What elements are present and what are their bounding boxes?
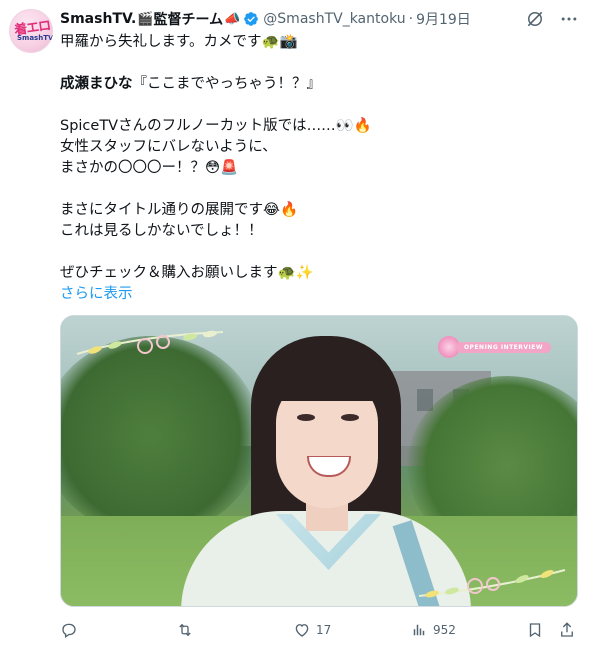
like-button[interactable]: 17 — [293, 618, 331, 642]
grok-icon[interactable] — [525, 9, 545, 29]
tweet-title-line: 成瀬まひな『ここまでやっちゃう！？』 — [60, 74, 575, 95]
more-icon[interactable] — [559, 9, 579, 29]
tweet-media-image[interactable]: OPENING INTERVIEW — [60, 315, 578, 607]
separator-dot: · — [408, 11, 414, 27]
tweet-title-bold: 成瀬まひな — [60, 76, 133, 92]
bookmark-icon — [529, 623, 541, 638]
retweet-icon — [179, 623, 191, 637]
avatar-logo-subtext: SmashTV — [17, 34, 53, 42]
author-handle[interactable]: @SmashTV_kantoku — [263, 11, 405, 27]
tweet-line: 甲羅から失礼します。カメです🐢📸 — [60, 34, 298, 50]
show-more-link[interactable]: さらに表示 — [60, 284, 575, 305]
retweet-button[interactable] — [176, 618, 199, 642]
media-person-eye — [297, 414, 315, 421]
media-person-bangs — [271, 351, 383, 401]
opening-interview-tag: OPENING INTERVIEW — [437, 336, 551, 358]
like-count: 17 — [316, 623, 332, 637]
tweet-line: これは見るしかないでしょ！！ — [60, 223, 263, 239]
media-person-eye — [341, 414, 359, 421]
tweet-line: ぜひチェック＆購入お願いします🐢✨ — [60, 265, 314, 281]
tweet-line: まさかの〇〇〇ー！？😳🚨 — [60, 160, 239, 176]
author-name[interactable]: SmashTV. — [60, 11, 136, 27]
floral-decoration-icon — [76, 330, 224, 355]
views-count: 952 — [433, 623, 456, 637]
reply-icon — [62, 623, 76, 639]
bookmark-button[interactable] — [526, 618, 544, 642]
floral-decoration-icon — [418, 569, 566, 598]
tweet-header: SmashTV. 🎬 監督チーム 📣 @SmashTV_kantoku · 9月… — [60, 9, 578, 29]
like-icon — [295, 624, 309, 637]
clapper-emoji: 🎬 — [137, 11, 154, 27]
author-name-suffix[interactable]: 監督チーム — [154, 9, 224, 29]
reply-button[interactable] — [60, 618, 83, 642]
verified-icon — [244, 12, 259, 26]
tweet-line: SpiceTVさんのフルノーカット版では……👀🔥 — [60, 118, 372, 134]
avatar[interactable]: 着エロ SmashTV — [9, 9, 53, 53]
share-icon — [561, 622, 573, 637]
opening-interview-label: OPENING INTERVIEW — [455, 341, 551, 353]
tweet-actions-bar: 17 952 — [60, 618, 576, 642]
views-icon — [413, 624, 425, 636]
share-button[interactable] — [558, 618, 576, 642]
tweet-text: 甲羅から失礼します。カメです🐢📸 成瀬まひな『ここまでやっちゃう！？』 Spic… — [60, 32, 575, 305]
megaphone-emoji: 📣 — [224, 11, 241, 27]
tweet-date[interactable]: 9月19日 — [416, 9, 471, 29]
tweet-line: まさにタイトル通りの展開です😂🔥 — [60, 202, 298, 218]
tweet-title-rest: 『ここまでやっちゃう！？』 — [132, 76, 322, 92]
views-button[interactable]: 952 — [410, 618, 456, 642]
tweet-line: 女性スタッフにバレないように、 — [60, 139, 277, 155]
